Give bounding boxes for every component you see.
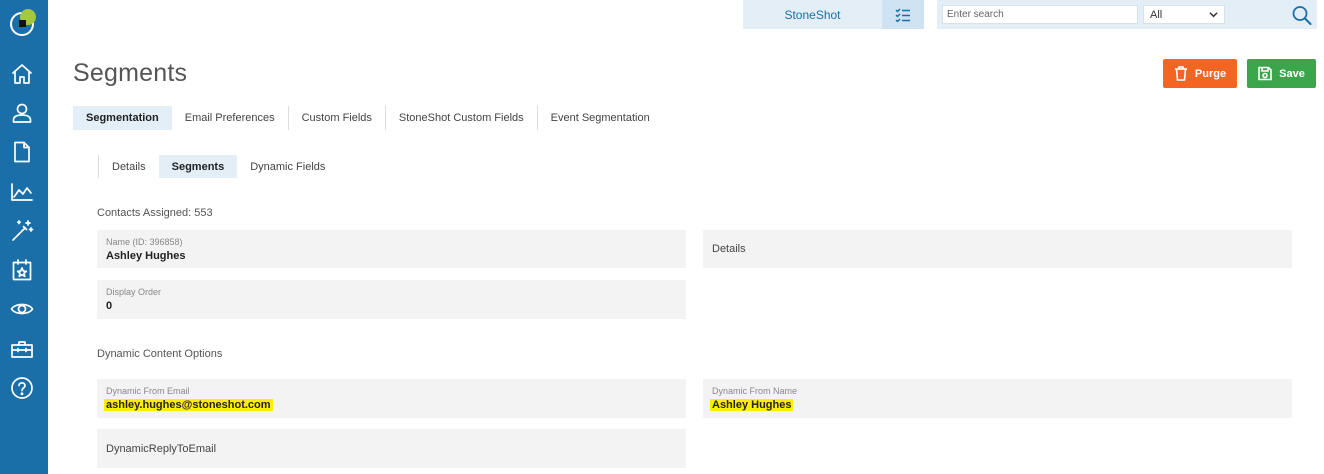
checklist-button[interactable] bbox=[882, 0, 924, 29]
floppy-disk-icon bbox=[1258, 66, 1272, 81]
logo-icon[interactable] bbox=[9, 7, 39, 37]
help-icon[interactable] bbox=[10, 376, 34, 400]
home-icon[interactable] bbox=[10, 62, 34, 86]
tab-custom-fields[interactable]: Custom Fields bbox=[287, 106, 385, 130]
sidebar bbox=[0, 0, 48, 474]
dynamic-from-name-value: Ashley Hughes bbox=[710, 399, 794, 411]
search-input[interactable] bbox=[942, 5, 1138, 24]
contacts-assigned: Contacts Assigned: 553 bbox=[97, 207, 213, 219]
page-title: Segments bbox=[73, 59, 188, 87]
purge-label: Purge bbox=[1194, 67, 1227, 80]
document-icon[interactable] bbox=[10, 140, 34, 164]
dynamic-from-name-label: Dynamic From Name bbox=[712, 386, 798, 396]
brand-label[interactable]: StoneShot bbox=[743, 0, 882, 29]
details-field-label: Details bbox=[712, 243, 746, 255]
dynamic-content-title: Dynamic Content Options bbox=[97, 348, 223, 360]
dynamic-from-email-field[interactable]: Dynamic From Email ashley.hughes@stonesh… bbox=[97, 379, 686, 418]
details-field[interactable]: Details bbox=[703, 230, 1292, 268]
tab-stoneshot-custom-fields[interactable]: StoneShot Custom Fields bbox=[384, 106, 537, 130]
tab-event-segmentation[interactable]: Event Segmentation bbox=[536, 106, 663, 130]
search-bar: All bbox=[937, 0, 1317, 29]
sub-tabs: Details Segments Dynamic Fields bbox=[98, 155, 338, 178]
save-button[interactable]: Save bbox=[1247, 59, 1316, 88]
search-icon[interactable] bbox=[1291, 5, 1313, 25]
user-icon[interactable] bbox=[10, 101, 34, 125]
save-label: Save bbox=[1279, 67, 1305, 80]
display-order-field[interactable]: Display Order 0 bbox=[97, 280, 686, 319]
checklist-icon bbox=[895, 7, 910, 22]
eye-icon[interactable] bbox=[10, 297, 34, 321]
subtab-details[interactable]: Details bbox=[99, 155, 159, 178]
dynamic-from-email-value: ashley.hughes@stoneshot.com bbox=[104, 399, 273, 411]
dynamic-from-name-field[interactable]: Dynamic From Name Ashley Hughes bbox=[703, 379, 1292, 418]
name-field-label: Name (ID: 396858) bbox=[106, 237, 183, 247]
search-filter-select[interactable]: All bbox=[1143, 5, 1225, 24]
chevron-down-icon bbox=[1209, 12, 1218, 18]
search-filter-value: All bbox=[1150, 8, 1163, 21]
display-order-label: Display Order bbox=[106, 287, 162, 297]
subtab-dynamic-fields[interactable]: Dynamic Fields bbox=[237, 155, 338, 178]
dynamic-reply-to-field[interactable]: DynamicReplyToEmail bbox=[97, 429, 686, 468]
tab-email-preferences[interactable]: Email Preferences bbox=[172, 106, 288, 130]
main-tabs: Segmentation Email Preferences Custom Fi… bbox=[73, 106, 663, 130]
chart-icon[interactable] bbox=[10, 180, 34, 204]
trash-icon bbox=[1174, 66, 1187, 81]
magic-wand-icon[interactable] bbox=[10, 219, 34, 243]
tab-segmentation[interactable]: Segmentation bbox=[73, 106, 172, 130]
subtab-segments[interactable]: Segments bbox=[158, 155, 238, 178]
dynamic-from-email-label: Dynamic From Email bbox=[106, 386, 190, 396]
name-field[interactable]: Name (ID: 396858) Ashley Hughes bbox=[97, 230, 686, 268]
name-field-value: Ashley Hughes bbox=[106, 250, 186, 262]
display-order-value: 0 bbox=[106, 300, 113, 312]
dynamic-reply-to-label: DynamicReplyToEmail bbox=[106, 442, 217, 455]
purge-button[interactable]: Purge bbox=[1163, 59, 1237, 88]
calendar-star-icon[interactable] bbox=[10, 258, 34, 282]
toolbox-icon[interactable] bbox=[10, 337, 34, 361]
